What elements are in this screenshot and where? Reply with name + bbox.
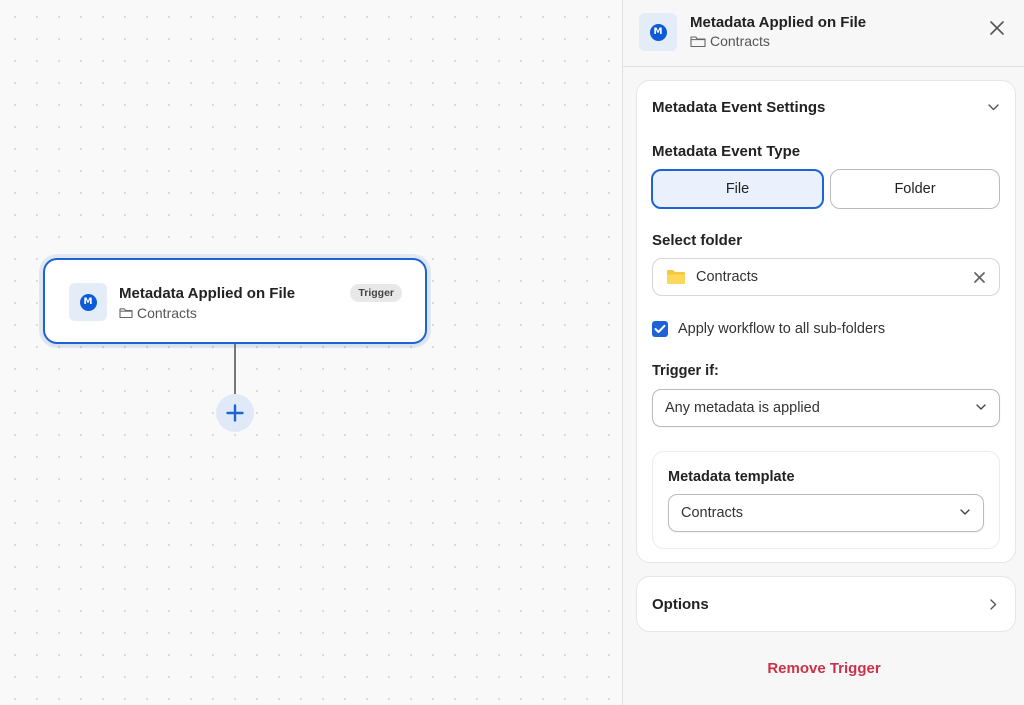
- apply-subfolders-row: Apply workflow to all sub-folders: [652, 321, 885, 337]
- close-button[interactable]: [987, 18, 1007, 38]
- chevron-down-icon: [960, 509, 970, 515]
- panel-folder-label: Contracts: [710, 33, 770, 49]
- event-type-file-button[interactable]: File: [651, 169, 824, 209]
- chevron-down-icon[interactable]: [988, 104, 999, 111]
- metadata-template-select[interactable]: Contracts: [668, 494, 984, 532]
- node-title: Metadata Applied on File: [119, 285, 296, 302]
- folder-outline-icon: [690, 35, 706, 48]
- clear-icon[interactable]: [973, 271, 986, 284]
- workflow-canvas[interactable]: M Metadata Applied on File Contracts Tri…: [0, 0, 622, 705]
- options-label: Options: [652, 596, 709, 613]
- trigger-node[interactable]: M Metadata Applied on File Contracts Tri…: [43, 258, 427, 344]
- chevron-down-icon: [976, 404, 986, 410]
- checkmark-icon: [654, 324, 666, 333]
- options-section[interactable]: Options: [636, 576, 1016, 632]
- metadata-template-box: Metadata template Contracts: [652, 451, 1000, 549]
- box-metadata-icon: M: [79, 293, 97, 311]
- trigger-settings-panel: M Metadata Applied on File Contracts Met…: [622, 0, 1024, 705]
- add-step-button[interactable]: [216, 394, 254, 432]
- trigger-badge: Trigger: [350, 284, 402, 302]
- plus-icon: [226, 404, 244, 422]
- remove-trigger-button[interactable]: Remove Trigger: [623, 660, 1024, 677]
- close-icon: [990, 21, 1004, 35]
- app-icon-box: M: [69, 283, 107, 321]
- selected-folder-value: Contracts: [696, 269, 759, 285]
- apply-subfolders-checkbox[interactable]: [652, 321, 668, 337]
- connector-line: [234, 344, 236, 394]
- app-icon-box: M: [639, 13, 677, 51]
- event-type-folder-button[interactable]: Folder: [830, 169, 1000, 209]
- node-folder-label: Contracts: [137, 305, 197, 321]
- settings-section-title[interactable]: Metadata Event Settings: [652, 99, 825, 116]
- trigger-if-value: Any metadata is applied: [665, 400, 820, 416]
- metadata-template-label: Metadata template: [668, 469, 795, 485]
- chevron-right-icon: [990, 599, 997, 610]
- panel-folder: Contracts: [690, 33, 770, 49]
- box-metadata-icon: M: [649, 23, 667, 41]
- node-folder: Contracts: [119, 305, 197, 321]
- apply-subfolders-label[interactable]: Apply workflow to all sub-folders: [678, 321, 885, 337]
- folder-picker-field[interactable]: Contracts: [652, 258, 1000, 296]
- event-type-label: Metadata Event Type: [652, 143, 801, 160]
- panel-title: Metadata Applied on File: [690, 14, 867, 31]
- panel-header: M Metadata Applied on File Contracts: [623, 0, 1024, 67]
- metadata-template-value: Contracts: [681, 505, 744, 521]
- select-folder-label: Select folder: [652, 232, 743, 249]
- trigger-if-label: Trigger if:: [652, 363, 719, 379]
- folder-outline-icon: [119, 307, 133, 319]
- folder-icon: [667, 270, 685, 284]
- metadata-event-settings-card: Metadata Event Settings Metadata Event T…: [636, 80, 1016, 563]
- trigger-if-select[interactable]: Any metadata is applied: [652, 389, 1000, 427]
